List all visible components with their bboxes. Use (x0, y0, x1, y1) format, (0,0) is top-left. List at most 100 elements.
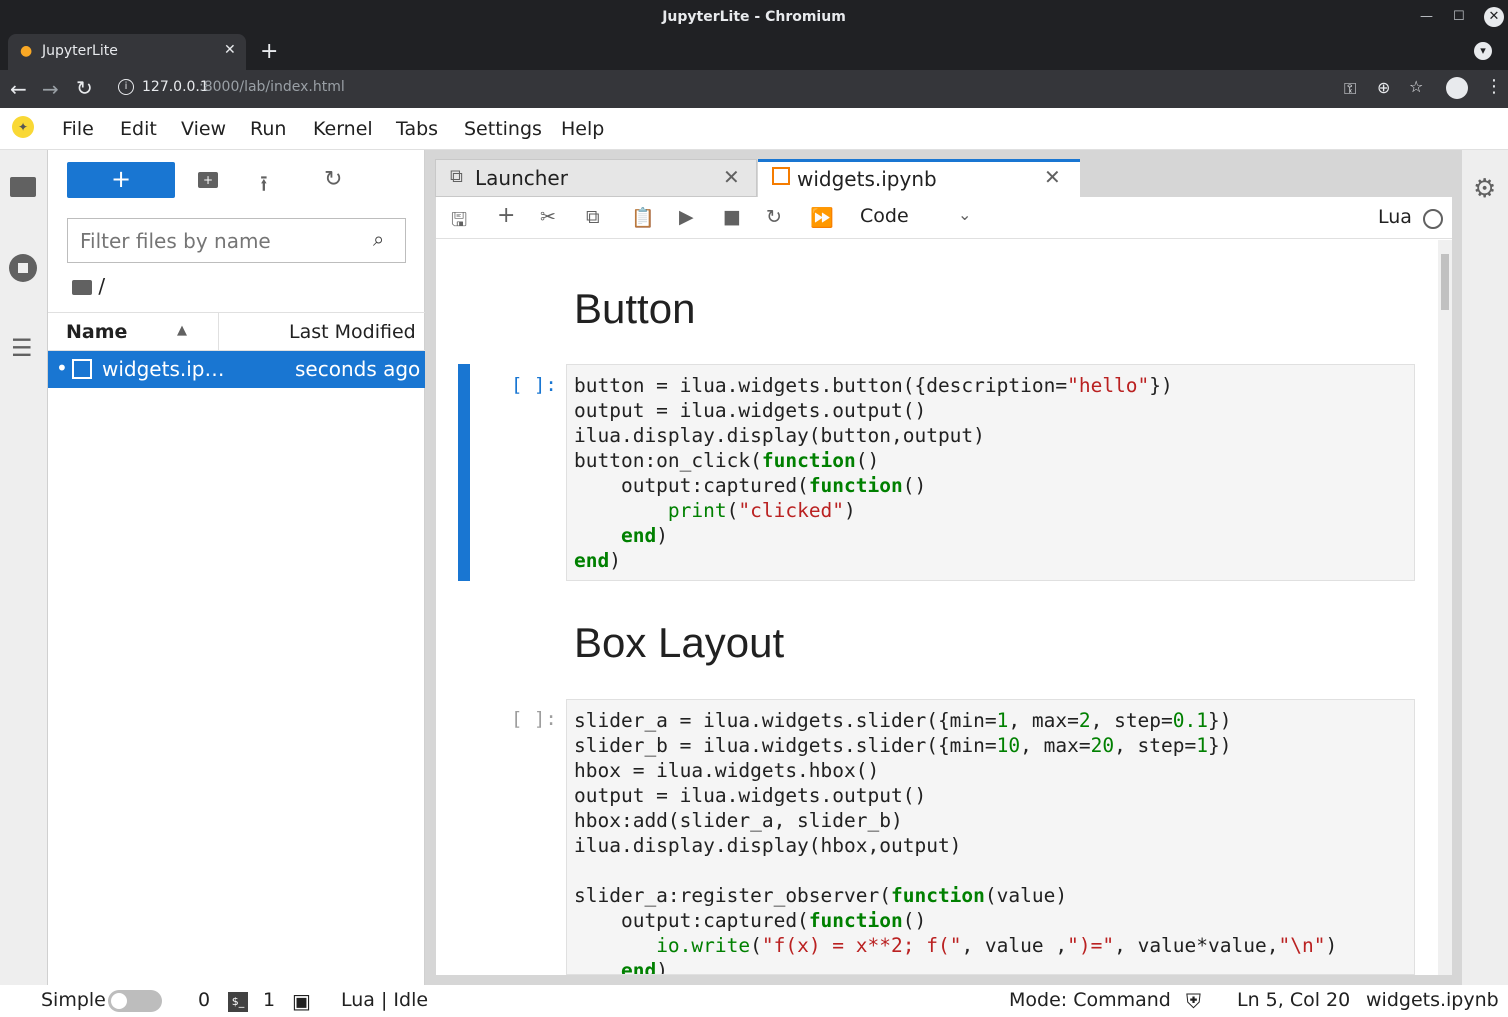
maximize-icon[interactable]: ☐ (1453, 0, 1465, 34)
column-divider (218, 313, 219, 351)
notebook-mode[interactable]: Mode: Command (1009, 989, 1171, 1011)
notebook-scrollbar[interactable] (1438, 240, 1452, 975)
zoom-icon[interactable]: ⊕ (1377, 78, 1390, 97)
folder-icon[interactable] (10, 177, 36, 197)
menu-run[interactable]: Run (250, 118, 286, 140)
close-window-icon[interactable]: ✕ (1484, 7, 1504, 27)
left-sidebar-tabs: ☰ (0, 150, 48, 985)
file-name: widgets.ip… (102, 357, 225, 381)
minimize-icon[interactable]: — (1420, 0, 1433, 34)
terminal-icon[interactable]: $_ (228, 992, 248, 1012)
reload-icon[interactable]: ↻ (76, 76, 93, 100)
new-folder-icon[interactable]: + (198, 172, 218, 188)
running-dot: • (56, 356, 68, 380)
browser-tabstrip: ● JupyterLite ✕ + ▾ (0, 34, 1508, 70)
heading-button: Button (574, 285, 696, 332)
close-launcher-tab-icon[interactable]: ✕ (723, 165, 740, 189)
cell-type-select[interactable]: Code (860, 205, 909, 227)
main-dock-area: ⧉ Launcher ✕ widgets.ipynb ✕ 🖫 + ✂ ⧉ 📋 ▶… (425, 150, 1462, 985)
simple-mode-toggle[interactable] (108, 990, 162, 1012)
kernel-status[interactable]: Lua | Idle (341, 989, 428, 1011)
browser-tab[interactable]: ● JupyterLite ✕ (8, 34, 246, 70)
window-title: JupyterLite - Chromium (662, 9, 846, 25)
heading-box-layout: Box Layout (574, 619, 785, 666)
restart-run-all-icon[interactable]: ⏩ (810, 206, 834, 229)
tab-launcher[interactable]: ⧉ Launcher ✕ (435, 159, 757, 197)
kernel-name[interactable]: Lua (1378, 206, 1412, 228)
insert-cell-icon[interactable]: + (497, 203, 515, 228)
back-icon[interactable]: ← (10, 77, 27, 101)
name-column-header[interactable]: Name (66, 321, 127, 343)
cell-prompt: [ ]: (511, 708, 557, 730)
browser-toolbar: ← → ↻ i 127.0.0.1 :8000/lab/index.html ⚿… (0, 70, 1508, 108)
jupyter-favicon-icon: ● (20, 43, 33, 59)
copy-icon[interactable]: ⧉ (586, 206, 600, 228)
cell-prompt: [ ]: (511, 374, 557, 396)
new-tab-button[interactable]: + (260, 39, 278, 64)
url-bar[interactable]: i 127.0.0.1 :8000/lab/index.html (108, 74, 1328, 104)
filter-files-input[interactable] (80, 227, 360, 255)
kernel-chip-icon[interactable]: ▣ (292, 989, 311, 1013)
browser-tab-title: JupyterLite (42, 43, 118, 59)
browser-menu-icon[interactable]: ⋮ (1485, 76, 1503, 97)
file-list-header: Name ▲ Last Modified (48, 312, 425, 351)
search-icon: ⌕ (373, 227, 385, 251)
menu-tabs[interactable]: Tabs (396, 118, 438, 140)
notebook-tab-icon (772, 167, 790, 185)
file-modified: seconds ago (295, 357, 421, 381)
modified-column-header[interactable]: Last Modified (289, 321, 416, 343)
notebook-file-icon (72, 359, 92, 379)
interrupt-icon[interactable]: ■ (723, 206, 741, 228)
run-icon[interactable]: ▶ (679, 206, 694, 228)
refresh-icon[interactable]: ↻ (324, 167, 342, 192)
profile-avatar-icon[interactable] (1446, 77, 1468, 99)
cut-icon[interactable]: ✂ (540, 206, 556, 228)
table-of-contents-icon[interactable]: ☰ (11, 336, 33, 360)
close-notebook-tab-icon[interactable]: ✕ (1044, 165, 1061, 189)
menu-edit[interactable]: Edit (120, 118, 157, 140)
jupyterlite-logo-icon: ✦ (12, 116, 34, 138)
save-icon[interactable]: 🖫 (451, 206, 467, 238)
right-sidebar-tabs: ⚙ (1462, 150, 1508, 985)
file-row[interactable]: • widgets.ip… seconds ago (48, 351, 425, 388)
status-file-name: widgets.ipynb (1366, 989, 1499, 1011)
menu-view[interactable]: View (181, 118, 226, 140)
tab-notebook[interactable]: widgets.ipynb ✕ (758, 159, 1080, 197)
menu-settings[interactable]: Settings (464, 118, 542, 140)
url-path: :8000/lab/index.html (199, 79, 345, 95)
scrollbar-thumb[interactable] (1441, 254, 1449, 310)
notebook-panel: 🖫 + ✂ ⧉ 📋 ▶ ■ ↻ ⏩ Code ⌄ Lua Button [ ]:… (436, 197, 1452, 975)
restart-icon[interactable]: ↻ (766, 206, 782, 228)
code-cell-box-layout[interactable]: slider_a = ilua.widgets.slider({min=1, m… (566, 699, 1415, 975)
breadcrumb: / (72, 274, 105, 298)
terminal-count[interactable]: 0 (198, 989, 210, 1011)
jupyter-menubar: ✦ File Edit View Run Kernel Tabs Setting… (0, 108, 1508, 150)
menu-file[interactable]: File (62, 118, 94, 140)
window-titlebar: JupyterLite - Chromium — ☐ ✕ (0, 0, 1508, 34)
launcher-icon: ⧉ (450, 166, 463, 187)
tab-search-icon[interactable]: ▾ (1474, 42, 1492, 60)
kernel-count[interactable]: 1 (263, 989, 275, 1011)
menu-kernel[interactable]: Kernel (313, 118, 373, 140)
upload-icon[interactable]: ⭱ (260, 167, 268, 205)
shield-icon[interactable]: ⛨ (1186, 989, 1201, 1013)
key-icon[interactable]: ⚿ (1344, 79, 1356, 99)
menu-help[interactable]: Help (561, 118, 604, 140)
kernel-idle-icon (1423, 209, 1443, 229)
new-launcher-button[interactable]: + (67, 162, 175, 198)
bookmark-star-icon[interactable]: ☆ (1409, 77, 1423, 96)
close-tab-icon[interactable]: ✕ (224, 42, 236, 58)
file-filter: ⌕ (67, 218, 406, 263)
sort-ascending-icon[interactable]: ▲ (177, 323, 187, 338)
code-cell-button[interactable]: button = ilua.widgets.button({descriptio… (566, 364, 1415, 581)
chevron-down-icon[interactable]: ⌄ (958, 205, 971, 224)
forward-icon[interactable]: → (42, 77, 59, 101)
property-inspector-gear-icon[interactable]: ⚙ (1473, 174, 1496, 204)
cursor-position[interactable]: Ln 5, Col 20 (1237, 989, 1350, 1011)
breadcrumb-folder-icon[interactable] (72, 280, 92, 295)
running-kernels-icon[interactable] (9, 254, 37, 282)
active-cell-indicator (458, 364, 470, 581)
site-info-icon[interactable]: i (118, 79, 134, 95)
breadcrumb-root[interactable]: / (98, 274, 105, 298)
paste-icon[interactable]: 📋 (631, 206, 655, 229)
